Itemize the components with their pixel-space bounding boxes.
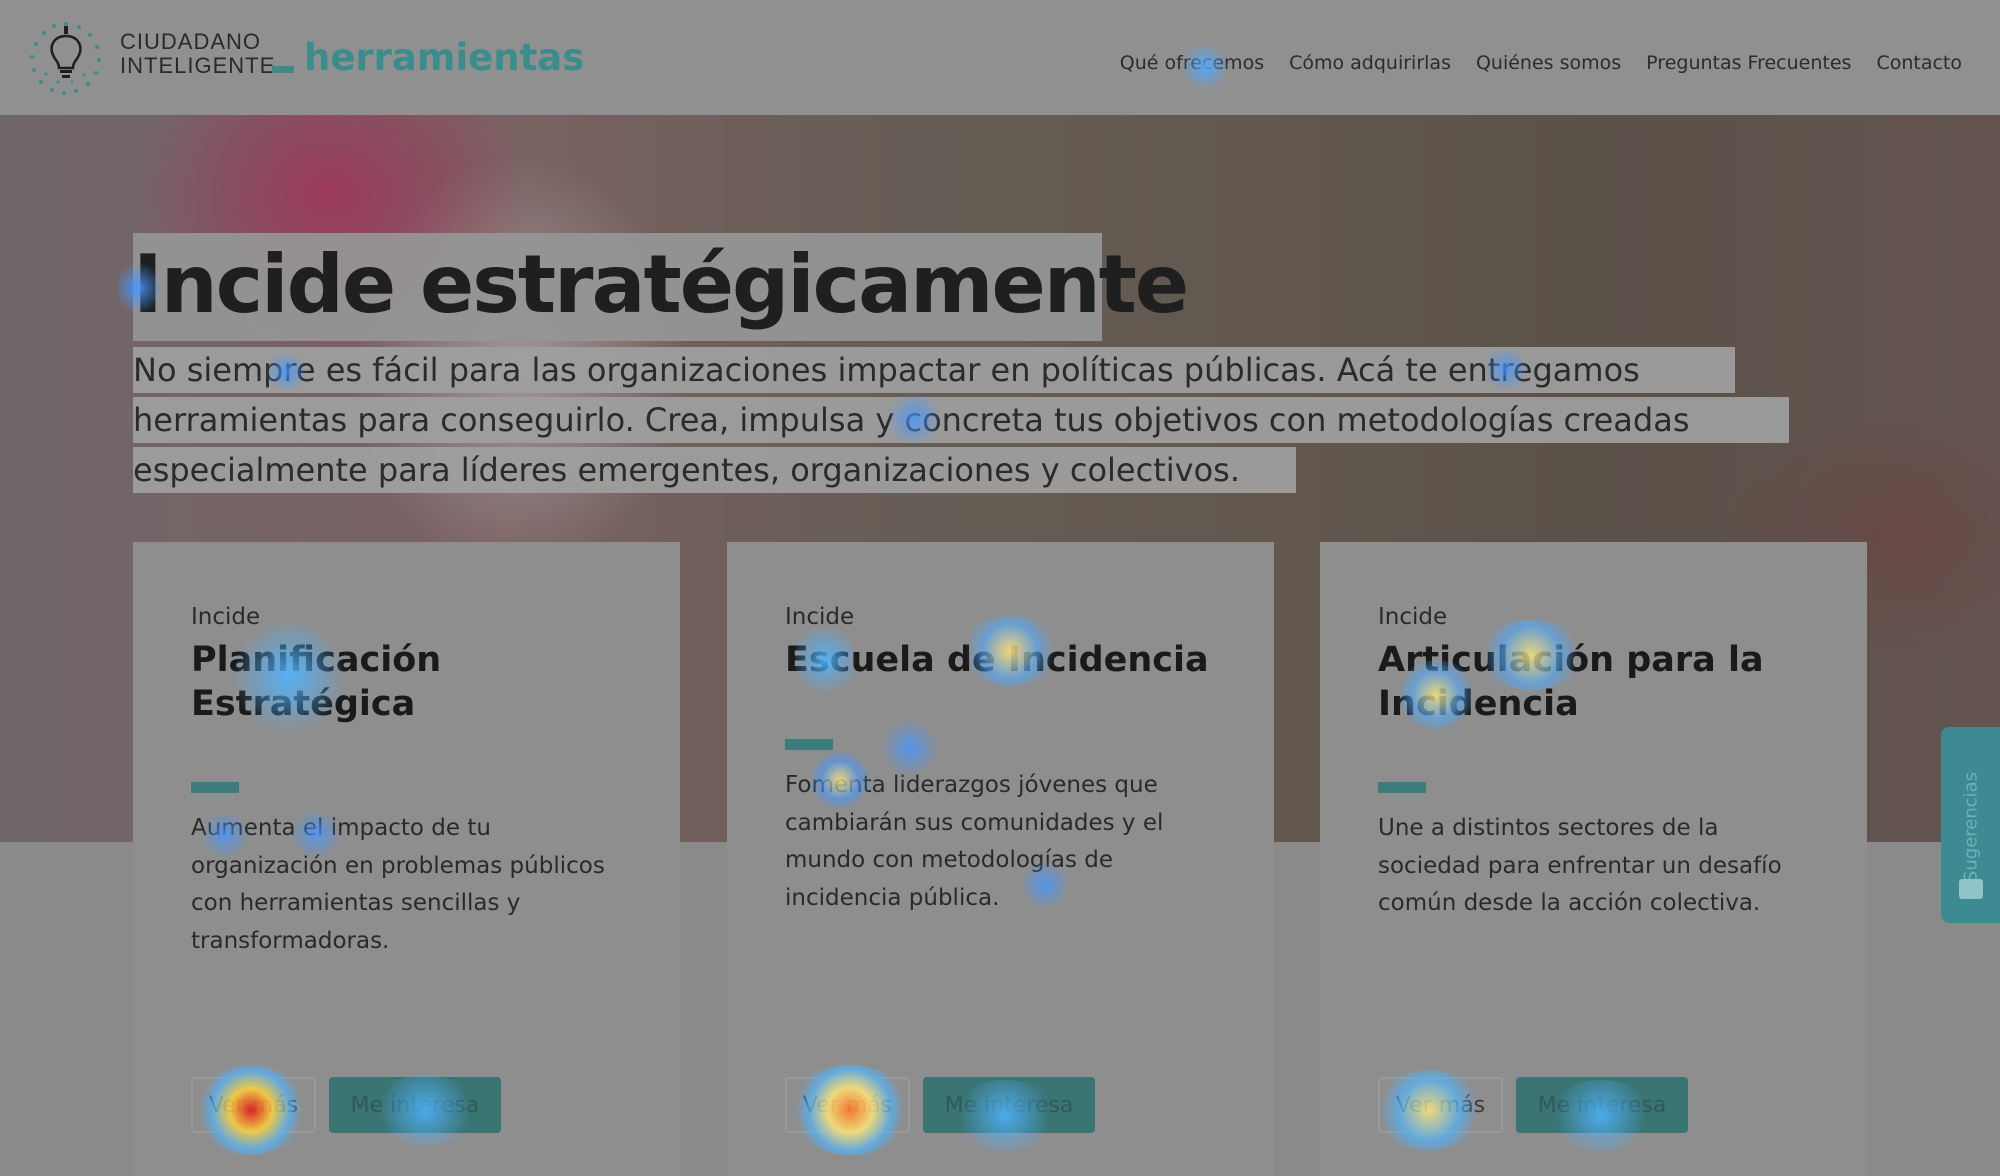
card-kicker: Incide [785, 604, 855, 630]
card-accent-bar [785, 739, 833, 750]
nav-link-quienes-somos[interactable]: Quiénes somos [1476, 52, 1621, 74]
card-description: Une a distintos sectores de la sociedad … [1378, 815, 1782, 916]
nav-link-preguntas-frecuentes[interactable]: Preguntas Frecuentes [1646, 52, 1851, 74]
card-title: Articulación para la Incidencia [1378, 640, 1764, 724]
main-nav: Qué ofrecemos Cómo adquirirlas Quiénes s… [1120, 52, 1962, 74]
logo-dash [272, 66, 294, 73]
card-accent-bar [1378, 782, 1426, 793]
card-title: Escuela de Incidencia [785, 640, 1209, 680]
ver-mas-button[interactable]: Ver más [1378, 1077, 1503, 1133]
ver-mas-button[interactable]: Ver más [785, 1077, 910, 1133]
card-description: Fomenta liderazgos jóvenes que cambiarán… [785, 772, 1164, 911]
card-articulacion-para-la-incidencia: Incide Articulación para la Incidencia U… [1320, 542, 1867, 1176]
nav-link-contacto[interactable]: Contacto [1876, 52, 1962, 74]
feedback-icon [1959, 879, 1983, 899]
nav-link-que-ofrecemos[interactable]: Qué ofrecemos [1120, 52, 1264, 74]
card-escuela-de-incidencia: Incide Escuela de Incidencia Fomenta lid… [727, 542, 1274, 1176]
logo-line1: CIUDADANO [120, 29, 262, 54]
hero-description-line-2: herramientas para conseguirlo. Crea, imp… [133, 397, 1789, 443]
card-planificacion-estrategica: Incide Planificación Estratégica Aumenta… [133, 542, 680, 1176]
hero-title: Incide estratégicamente [133, 238, 1189, 331]
card-kicker: Incide [1378, 604, 1448, 630]
card-description: Aumenta el impacto de tu organización en… [191, 815, 605, 954]
me-interesa-button[interactable]: Me interesa [923, 1077, 1095, 1133]
logo-line2: INTELIGENTE [120, 53, 276, 78]
site-header: CIUDADANO INTELIGENTE herramientas Qué o… [0, 0, 2000, 115]
me-interesa-button[interactable]: Me interesa [1516, 1077, 1688, 1133]
lightbulb-logo-icon[interactable] [24, 18, 108, 98]
card-accent-bar [191, 782, 239, 793]
nav-link-como-adquirirlas[interactable]: Cómo adquirirlas [1289, 52, 1451, 74]
logo-wordmark[interactable]: CIUDADANO INTELIGENTE [120, 30, 275, 78]
card-title: Planificación Estratégica [191, 640, 442, 724]
hero-description-line-1: No siempre es fácil para las organizacio… [133, 347, 1735, 393]
card-kicker: Incide [191, 604, 261, 630]
hero-description-line-3: especialmente para líderes emergentes, o… [133, 447, 1296, 493]
logo-subtitle: herramientas [304, 36, 585, 79]
ver-mas-button[interactable]: Ver más [191, 1077, 316, 1133]
sugerencias-tab[interactable]: Sugerencias [1941, 727, 2000, 923]
me-interesa-button[interactable]: Me interesa [329, 1077, 501, 1133]
sugerencias-label: Sugerencias [1960, 771, 1982, 883]
